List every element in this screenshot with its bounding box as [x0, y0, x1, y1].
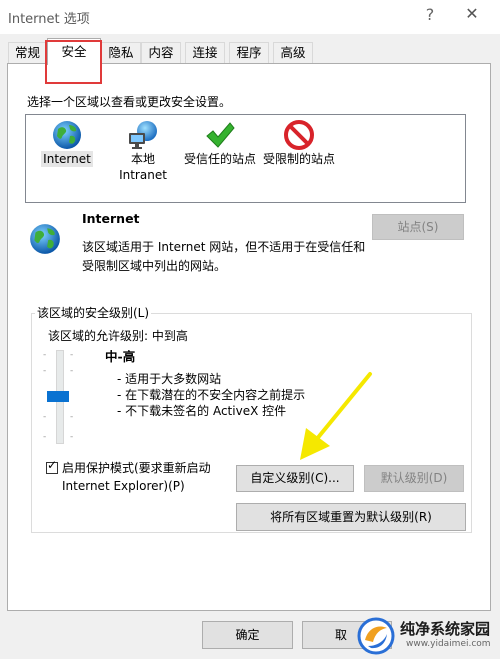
annotation-arrow-icon [300, 372, 372, 460]
zone-internet[interactable]: Internet [36, 115, 98, 167]
zone-info-description: 该区域适用于 Internet 网站，但不适用于在受信任和受限制区域中列出的网站… [82, 240, 366, 273]
custom-level-button[interactable]: 自定义级别(C)... [236, 465, 354, 492]
zone-prompt: 选择一个区域以查看或更改安全设置。 [27, 95, 232, 109]
slider-tick: - [43, 432, 47, 442]
tab-programs[interactable]: 程序 [229, 42, 269, 63]
tab-general[interactable]: 常规 [8, 42, 47, 63]
zone-intranet-label: 本地 Intranet [119, 152, 167, 182]
zone-local-intranet[interactable]: 本地 Intranet [112, 115, 174, 183]
intranet-icon [129, 121, 157, 149]
slider-thumb[interactable] [47, 391, 69, 402]
sites-button[interactable]: 站点(S) [372, 214, 464, 240]
window-title: Internet 选项 [8, 12, 90, 27]
security-level-legend: 该区域的安全级别(L) [35, 304, 152, 321]
checkmark-icon: ✓ [47, 458, 58, 472]
level-bullet: - 适用于大多数网站 [117, 372, 222, 386]
zone-info-title: Internet [82, 211, 140, 226]
allowed-level-text: 该区域的允许级别: 中到高 [48, 329, 188, 343]
check-icon [206, 122, 235, 148]
slider-tick: - [43, 412, 47, 422]
zone-internet-label: Internet [41, 151, 93, 167]
globe-icon [30, 224, 60, 254]
watermark-logo-icon [357, 617, 395, 655]
close-button[interactable]: ✕ [462, 4, 482, 23]
globe-icon [53, 121, 81, 149]
tab-connections[interactable]: 连接 [185, 42, 225, 63]
zone-trusted-sites[interactable]: 受信任的站点 [180, 115, 260, 167]
default-level-button[interactable]: 默认级别(D) [364, 465, 464, 492]
tab-advanced[interactable]: 高级 [273, 42, 313, 63]
level-bullet: - 在下载潜在的不安全内容之前提示 [117, 388, 306, 402]
restricted-icon [284, 120, 314, 150]
help-button[interactable]: ? [420, 5, 440, 24]
slider-tick: - [70, 366, 74, 376]
watermark: 纯净系统家园 www.yidaimei.com [350, 612, 500, 659]
slider-tick: - [70, 412, 74, 422]
slider-tick: - [70, 350, 74, 360]
ok-button[interactable]: 确定 [202, 621, 293, 649]
watermark-url: www.yidaimei.com [406, 639, 491, 649]
security-level-group [31, 313, 472, 533]
slider-tick: - [43, 350, 47, 360]
zone-list: Internet 本地 Intranet 受信任的站点 受限制的站点 [25, 114, 466, 203]
tab-content[interactable]: 内容 [141, 42, 181, 63]
zone-restricted-sites[interactable]: 受限制的站点 [259, 115, 339, 167]
level-bullet: - 不下载未签名的 ActiveX 控件 [117, 404, 287, 418]
zone-restricted-label: 受限制的站点 [262, 152, 335, 166]
slider-tick: - [43, 366, 47, 376]
slider-tick: - [70, 432, 74, 442]
protected-mode-label: 启用保护模式(要求重新启动 Internet Explorer)(P) [62, 461, 211, 493]
highlight-box [45, 40, 102, 84]
zone-trusted-label: 受信任的站点 [183, 152, 256, 166]
level-name: 中-高 [105, 349, 136, 364]
watermark-brand: 纯净系统家园 [400, 620, 491, 638]
tab-privacy[interactable]: 隐私 [101, 42, 141, 63]
reset-all-zones-button[interactable]: 将所有区域重置为默认级别(R) [236, 503, 466, 531]
